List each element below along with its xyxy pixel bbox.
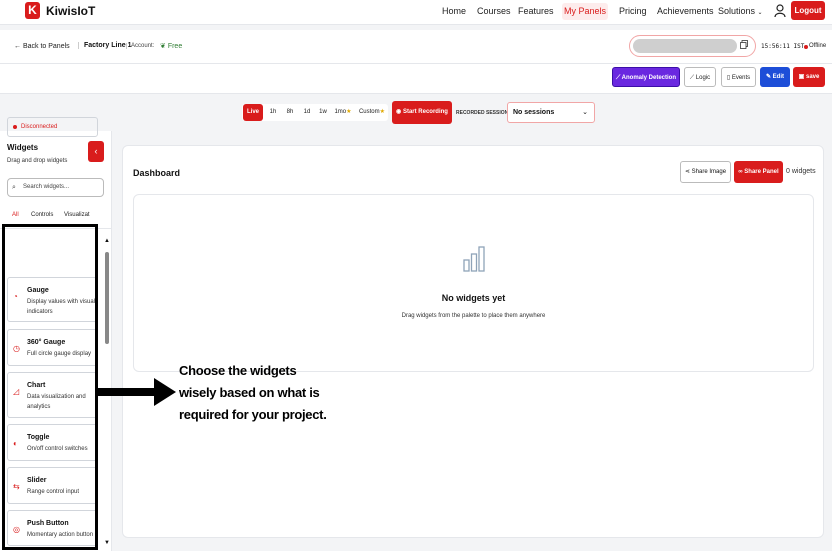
connection-status: Disconnected (7, 117, 98, 137)
panel-toolbar: ⟋ Anomaly Detection ⟋ Logic ▯ Events ✎ E… (0, 64, 832, 94)
range-1mo[interactable]: 1mo★ (334, 104, 352, 121)
star-icon: ★ (346, 109, 352, 115)
brand-name[interactable]: KiwisIoT (46, 4, 95, 18)
tab-visualization[interactable]: Visualizat (64, 212, 90, 218)
edit-label: Edit (772, 74, 785, 80)
logout-button[interactable]: Logout (791, 1, 825, 20)
bar-chart-icon (463, 246, 485, 272)
nav-solutions-label: Solutions (718, 6, 756, 16)
start-recording-button[interactable]: ◉ Start Recording (392, 101, 452, 124)
range-custom[interactable]: Custom★ (357, 104, 387, 121)
widget-count: 0 widgets (786, 168, 816, 175)
events-button[interactable]: ▯ Events (721, 67, 756, 87)
panel-name: Factory Line 1 (78, 42, 131, 49)
session-value: No sessions (513, 109, 555, 116)
range-custom-label: Custom (358, 109, 380, 115)
save-label: save (805, 74, 820, 80)
events-label: Events (731, 75, 751, 81)
record-icon: ◉ (396, 109, 402, 115)
tab-all[interactable]: All (12, 212, 19, 218)
chart-line-icon: ⟋ (616, 75, 621, 81)
nav-features[interactable]: Features (518, 6, 554, 16)
star-icon: ★ (379, 109, 386, 115)
share-icon: ⋖ (684, 169, 690, 175)
status-dot-icon (804, 45, 808, 49)
user-icon[interactable] (774, 4, 786, 18)
scroll-down-arrow-icon[interactable]: ▼ (104, 540, 110, 546)
sidebar-subtitle: Drag and drop widgets (7, 158, 68, 164)
highlight-frame (2, 224, 98, 550)
status-label: Offline (809, 43, 827, 49)
search-placeholder: Search widgets... (23, 184, 70, 190)
logic-button[interactable]: ⟋ Logic (684, 67, 716, 87)
save-icon: ▣ (798, 74, 805, 80)
nav-achievements[interactable]: Achievements (657, 6, 714, 16)
range-8h[interactable]: 8h (283, 104, 297, 121)
panel-bar: ← Back to Panels Factory Line 1 Account:… (0, 30, 832, 64)
logo-icon[interactable]: K (25, 2, 40, 19)
wand-icon: ⟋ (689, 75, 695, 81)
clipboard-icon: ▯ (726, 75, 731, 81)
url-pill (633, 39, 737, 53)
copy-icon[interactable] (740, 40, 748, 49)
range-1d[interactable]: 1d (300, 104, 314, 121)
leaf-icon: ❦ (160, 43, 166, 50)
share-panel-button[interactable]: ∞ Share Panel (734, 161, 783, 183)
annotation-text: Choose the widgets wisely based on what … (179, 363, 327, 422)
chevron-left-icon: ‹ (94, 146, 98, 156)
annotation-arrow-icon (98, 378, 176, 406)
share-image-label: Share Image (691, 169, 727, 175)
logic-label: Logic (695, 75, 711, 81)
search-icon: ⌕ (12, 184, 16, 191)
plan-label: Free (167, 43, 183, 50)
range-1mo-label: 1mo (334, 109, 347, 115)
widget-search-input[interactable]: ⌕ Search widgets... (7, 178, 104, 197)
nav-solutions[interactable]: Solutions ⌄ (718, 6, 763, 16)
save-button[interactable]: ▣ save (793, 67, 825, 87)
clock: 15:56:11 IST (761, 43, 805, 50)
collapse-sidebar-button[interactable]: ‹ (88, 141, 104, 162)
edit-button[interactable]: ✎ Edit (760, 67, 790, 87)
share-url-field[interactable] (629, 35, 756, 57)
tab-controls[interactable]: Controls (31, 212, 53, 218)
time-range-selector: Live 1h 8h 1d 1w 1mo★ Custom★ (242, 104, 388, 121)
top-navbar: K KiwisIoT Home Courses Features My Pane… (0, 0, 832, 25)
back-to-panels-link[interactable]: ← Back to Panels (14, 43, 70, 50)
empty-state-title: No widgets yet (441, 293, 506, 303)
nav-courses[interactable]: Courses (477, 6, 511, 16)
sidebar-title: Widgets (7, 143, 39, 152)
recorded-sessions-label: RECORDED SESSIONS (456, 110, 512, 116)
start-recording-label: Start Recording (402, 109, 448, 115)
plan-badge: ❦ Free (160, 42, 182, 50)
anomaly-detection-button[interactable]: ⟋ Anomaly Detection (612, 67, 680, 87)
range-1w[interactable]: 1w (316, 104, 330, 121)
range-live[interactable]: Live (243, 104, 263, 121)
arrow-left-icon: ← (14, 43, 21, 50)
scroll-up-arrow-icon[interactable]: ▲ (104, 238, 110, 244)
dashboard-title: Dashboard (133, 168, 181, 178)
chevron-down-icon: ⌄ (757, 10, 763, 16)
chevron-down-icon: ⌄ (582, 109, 588, 116)
share-panel-label: Share Panel (744, 169, 779, 175)
nav-pricing[interactable]: Pricing (619, 6, 647, 16)
link-icon: ∞ (738, 169, 743, 175)
nav-home[interactable]: Home (442, 6, 466, 16)
anomaly-label: Anomaly Detection (621, 75, 676, 81)
empty-state-subtitle: Drag widgets from the palette to place t… (401, 313, 546, 319)
back-label: Back to Panels (22, 43, 70, 50)
nav-my-panels[interactable]: My Panels (562, 3, 608, 20)
widget-canvas[interactable] (133, 194, 814, 372)
range-1h[interactable]: 1h (266, 104, 280, 121)
share-image-button[interactable]: ⋖ Share Image (680, 161, 731, 183)
account-label: Account: (126, 43, 154, 49)
sidebar-scrollbar[interactable] (105, 252, 109, 344)
session-select[interactable]: No sessions ⌄ (507, 102, 595, 123)
pencil-icon: ✎ (765, 74, 771, 80)
